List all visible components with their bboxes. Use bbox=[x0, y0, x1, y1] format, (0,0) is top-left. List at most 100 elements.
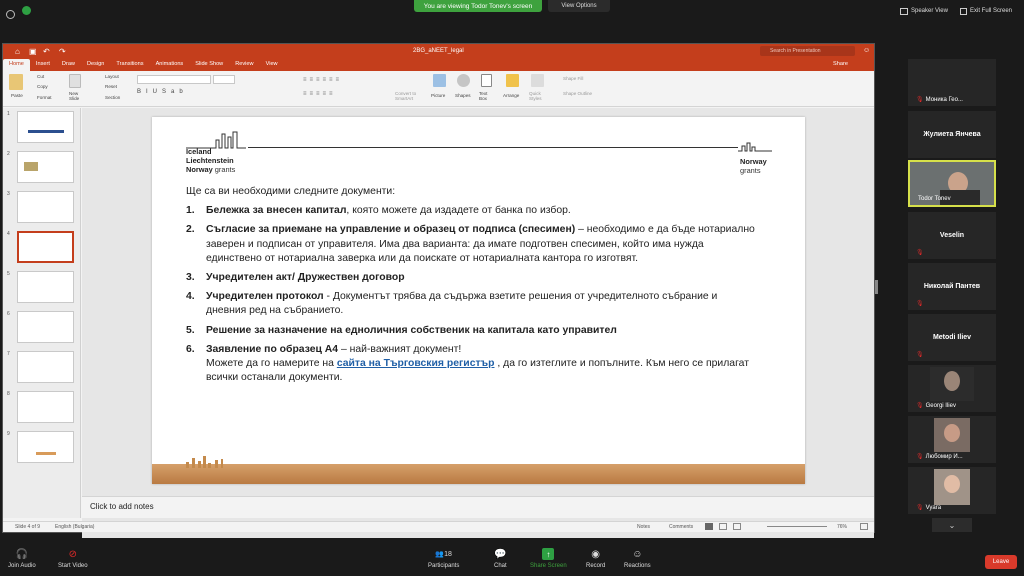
copy-button[interactable]: Copy bbox=[37, 84, 48, 89]
slide[interactable]: Iceland Liechtenstein Norway grants Norw… bbox=[152, 117, 805, 484]
paste-label: Paste bbox=[11, 93, 23, 98]
paste-icon[interactable] bbox=[9, 74, 23, 90]
tab-transitions[interactable]: Transitions bbox=[110, 59, 149, 71]
layout-button[interactable]: Layout bbox=[105, 74, 119, 79]
language-indicator[interactable]: English (Bulgaria) bbox=[55, 524, 94, 530]
tab-design[interactable]: Design bbox=[81, 59, 110, 71]
start-video-button[interactable]: ⊘ Start Video bbox=[58, 548, 88, 570]
slide-thumbnail[interactable] bbox=[17, 431, 74, 463]
tab-insert[interactable]: Insert bbox=[30, 59, 56, 71]
slide-thumbnail[interactable] bbox=[17, 351, 74, 383]
share-screen-icon: ↑ bbox=[542, 548, 555, 560]
text-box-icon[interactable] bbox=[481, 74, 492, 87]
tab-animations[interactable]: Animations bbox=[150, 59, 190, 71]
new-slide-icon[interactable] bbox=[69, 74, 81, 88]
slide-thumbnail-selected[interactable] bbox=[17, 231, 74, 263]
participants-button[interactable]: 👥 18 Participants bbox=[428, 548, 460, 570]
fit-slide-icon[interactable] bbox=[860, 523, 868, 530]
speaker-view-button[interactable]: Speaker View bbox=[900, 4, 948, 18]
reset-button[interactable]: Reset bbox=[105, 84, 117, 89]
participant-tile[interactable]: Veselin 🎙 bbox=[908, 212, 996, 259]
reading-view-icon[interactable] bbox=[733, 523, 741, 530]
section-button[interactable]: Section bbox=[105, 95, 120, 100]
quick-styles-icon[interactable] bbox=[531, 74, 544, 87]
reactions-label: Reactions bbox=[624, 563, 651, 569]
arrange-icon[interactable] bbox=[506, 74, 519, 87]
undo-icon[interactable]: ↶ bbox=[43, 47, 50, 56]
participant-tile[interactable]: 🎙 Любомир И... bbox=[908, 416, 996, 463]
trade-register-link[interactable]: сайта на Търговския регистър bbox=[337, 358, 495, 369]
slide-editing-canvas: Iceland Liechtenstein Norway grants Norw… bbox=[82, 108, 874, 538]
exit-full-screen-button[interactable]: Exit Full Screen bbox=[960, 4, 1012, 18]
participant-tile[interactable]: 🎙 Моника Гео... bbox=[908, 59, 996, 106]
item6-line2-pre: Можете да го намерите на bbox=[206, 358, 337, 370]
normal-view-icon[interactable] bbox=[705, 523, 713, 530]
feedback-icon[interactable]: ☺ bbox=[863, 47, 870, 54]
security-shield-icon[interactable] bbox=[22, 6, 31, 15]
format-button[interactable]: Format bbox=[37, 95, 52, 100]
join-audio-button[interactable]: 🎧 Join Audio bbox=[8, 548, 36, 570]
active-speaker-tile[interactable]: Todor Tonev bbox=[908, 160, 996, 207]
zoom-slider[interactable] bbox=[767, 526, 827, 527]
slide-text-body[interactable]: Ще са ви необходими следните документи: … bbox=[186, 185, 756, 390]
home-icon[interactable]: ⌂ bbox=[15, 47, 20, 56]
start-video-label: Start Video bbox=[58, 563, 88, 569]
thumb-number: 3 bbox=[7, 191, 10, 197]
chat-button[interactable]: 💬 Chat bbox=[494, 548, 507, 570]
participant-name: Жулиета Янчева bbox=[923, 131, 981, 138]
paragraph-buttons[interactable]: ≡≡≡≡≡≡ bbox=[303, 77, 342, 83]
slide-thumbnail[interactable] bbox=[17, 311, 74, 343]
ribbon-home: Paste Cut Copy Format New Slide Layout R… bbox=[3, 71, 874, 107]
font-format-buttons[interactable]: BIUSab bbox=[137, 89, 188, 95]
participant-video bbox=[930, 367, 974, 401]
zoom-level[interactable]: 76% bbox=[837, 524, 847, 530]
share-screen-button[interactable]: ↑ Share Screen bbox=[530, 548, 567, 569]
item-number: 5. bbox=[186, 324, 195, 336]
redo-icon[interactable]: ↷ bbox=[59, 47, 66, 56]
participants-label: Participants bbox=[428, 563, 460, 569]
slide-thumbnail[interactable] bbox=[17, 111, 74, 143]
alignment-buttons[interactable]: ≡≡≡≡≡ bbox=[303, 91, 336, 97]
save-icon[interactable]: ▣ bbox=[29, 47, 37, 56]
shape-outline-button[interactable]: Shape Outline bbox=[563, 91, 592, 96]
list-item: 6. Заявление по образец А4 – най-важният … bbox=[186, 343, 756, 386]
slide-thumbnail[interactable] bbox=[17, 271, 74, 303]
cut-button[interactable]: Cut bbox=[37, 74, 44, 79]
share-button[interactable]: Share bbox=[833, 61, 848, 67]
slide-thumbnail[interactable] bbox=[17, 191, 74, 223]
reactions-button[interactable]: ☺ Reactions bbox=[624, 548, 651, 570]
list-item: 4. Учредителен протокол - Документът тряб… bbox=[186, 290, 756, 318]
slide-thumbnails-panel: 1 2 3 4 5 6 7 8 9 bbox=[3, 108, 81, 518]
font-size-select[interactable] bbox=[213, 75, 235, 84]
picture-icon[interactable] bbox=[433, 74, 446, 87]
tab-slide-show[interactable]: Slide Show bbox=[189, 59, 229, 71]
participant-tile[interactable]: Metodi Iliev 🎙 bbox=[908, 314, 996, 361]
powerpoint-window: ⌂ ▣ ↶ ↷ 2BG_aNEET_legal Search in Presen… bbox=[2, 43, 875, 538]
leave-button[interactable]: Leave bbox=[985, 555, 1017, 569]
scroll-down-chevron-icon[interactable]: ⌄ bbox=[932, 518, 972, 532]
slide-thumbnail[interactable] bbox=[17, 391, 74, 423]
font-family-select[interactable] bbox=[137, 75, 211, 84]
tab-draw[interactable]: Draw bbox=[56, 59, 81, 71]
participant-tile[interactable]: 🎙 Vyara bbox=[908, 467, 996, 514]
comments-toggle[interactable]: Comments bbox=[669, 524, 693, 530]
convert-smartart-button[interactable]: Convert to SmartArt bbox=[395, 91, 419, 101]
slide-thumbnail[interactable] bbox=[17, 151, 74, 183]
record-button[interactable]: ◉ Record bbox=[586, 548, 605, 570]
view-options-button[interactable]: View Options bbox=[548, 0, 610, 12]
tab-review[interactable]: Review bbox=[229, 59, 259, 71]
sorter-view-icon[interactable] bbox=[719, 523, 727, 530]
shape-fill-button[interactable]: Shape Fill bbox=[563, 76, 583, 81]
tab-home[interactable]: Home bbox=[3, 59, 30, 71]
info-icon[interactable] bbox=[6, 6, 15, 24]
notes-field[interactable]: Click to add notes bbox=[82, 496, 874, 518]
panel-resize-handle[interactable] bbox=[875, 280, 878, 294]
search-input[interactable]: Search in Presentation bbox=[760, 46, 855, 56]
participant-tile[interactable]: Жулиета Янчева bbox=[908, 111, 996, 158]
shapes-icon[interactable] bbox=[457, 74, 470, 87]
participant-tile[interactable]: Николай Пантев 🎙 bbox=[908, 263, 996, 310]
notes-toggle[interactable]: Notes bbox=[637, 524, 650, 530]
participant-tile[interactable]: 🎙 Georgi Iliev bbox=[908, 365, 996, 412]
grid-icon bbox=[900, 7, 908, 15]
tab-view[interactable]: View bbox=[260, 59, 284, 71]
